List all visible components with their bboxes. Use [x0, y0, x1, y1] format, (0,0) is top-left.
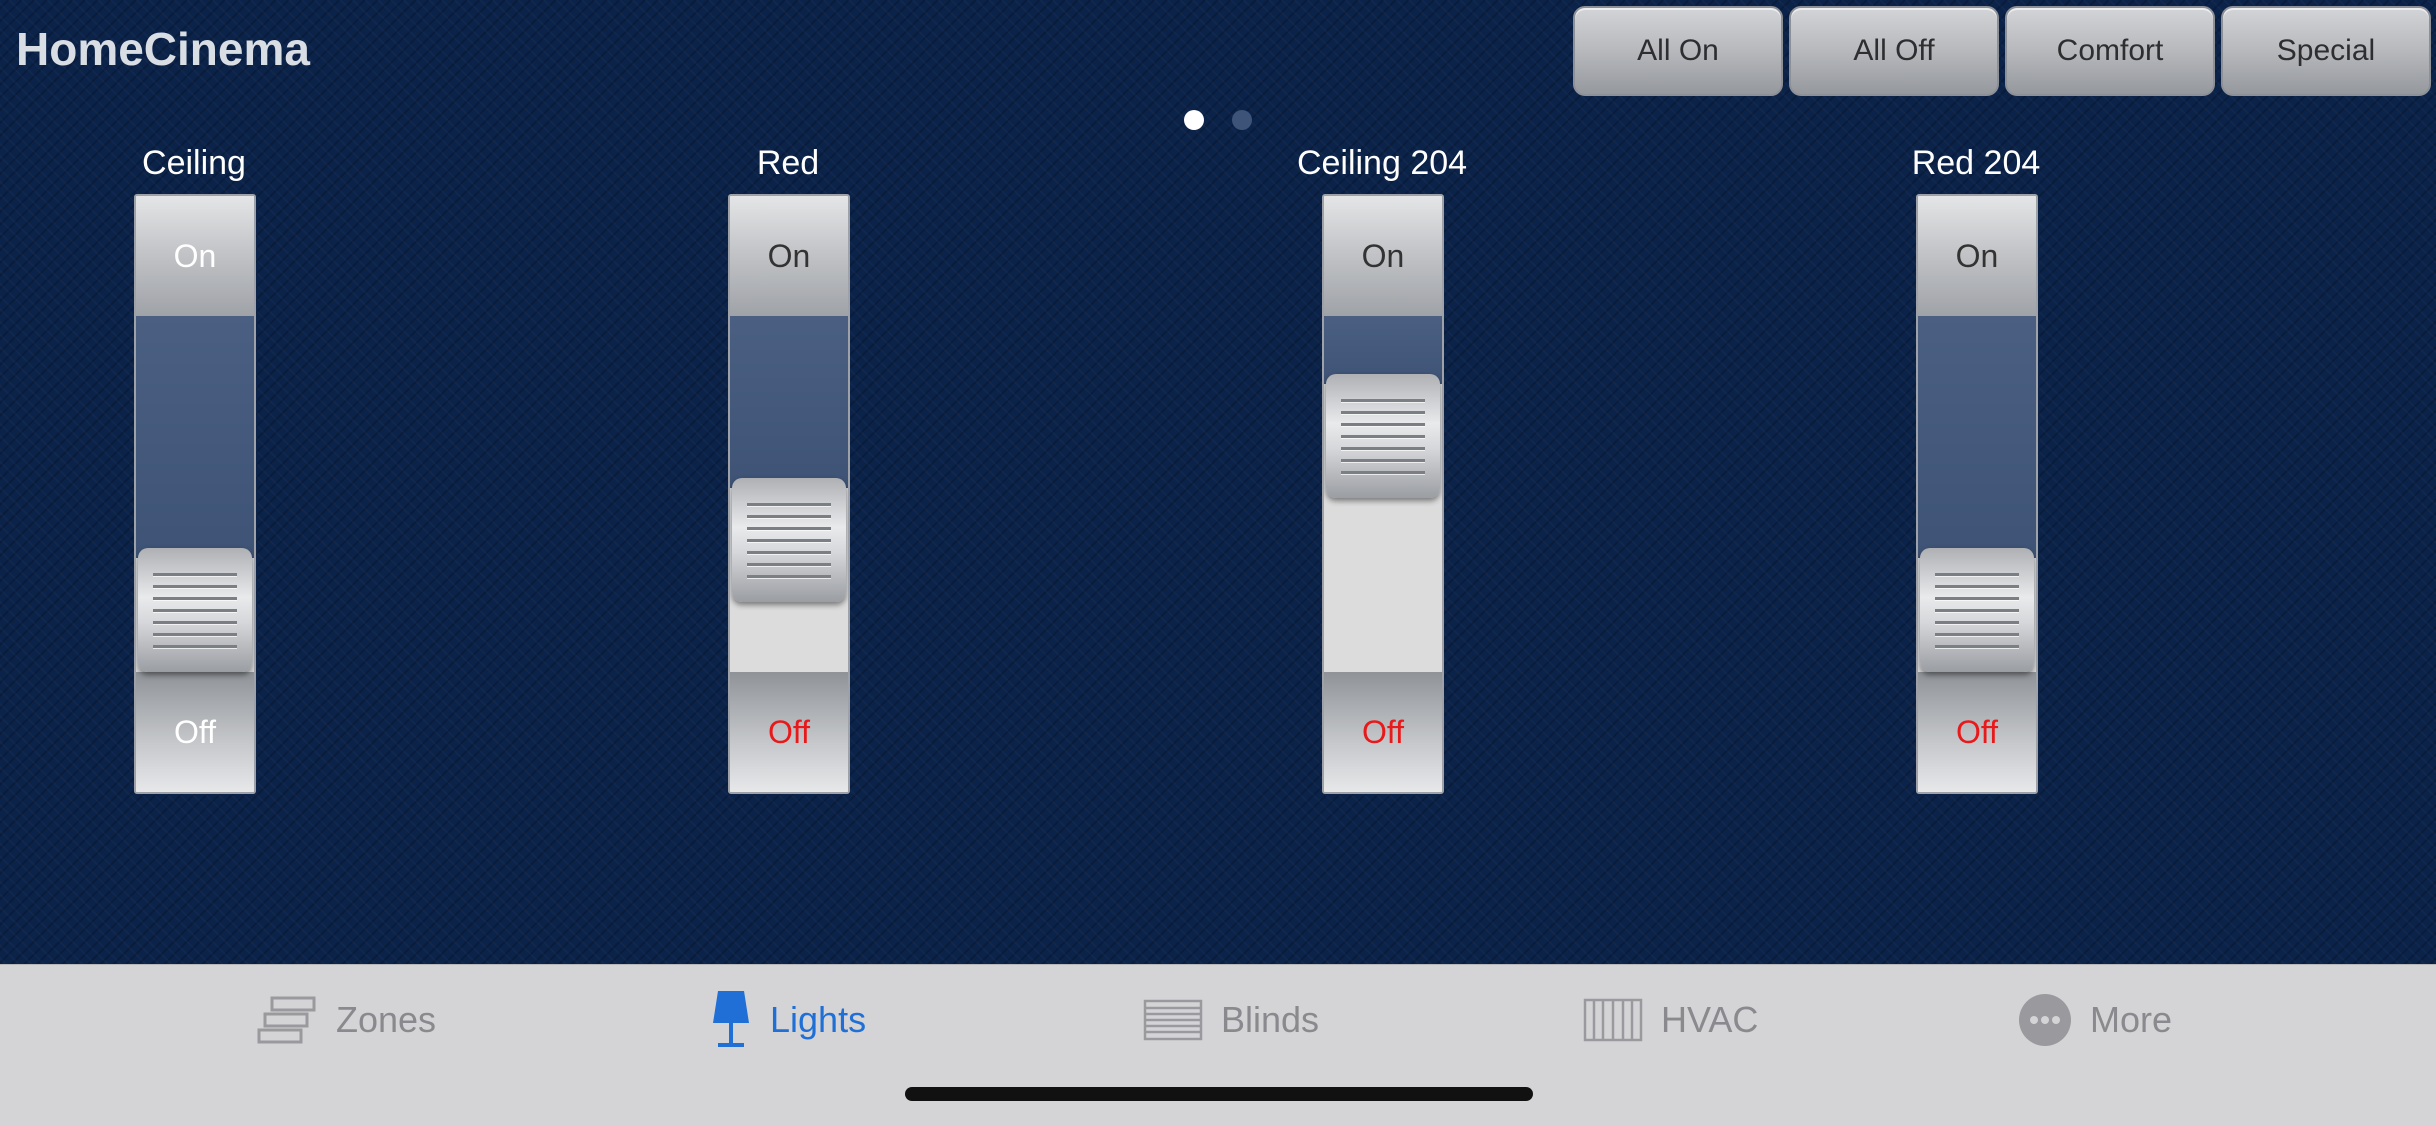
thumb-grip-line	[153, 620, 237, 624]
thumb-grip-line	[1341, 422, 1425, 426]
tab-label: Lights	[770, 999, 867, 1040]
on-end-cap[interactable]: On	[1324, 196, 1442, 316]
thumb-grip-line	[1341, 410, 1425, 414]
all-off-button[interactable]: All Off	[1789, 6, 1999, 96]
off-end-cap[interactable]: Off	[730, 672, 848, 792]
off-label: Off	[173, 713, 217, 750]
slider-track-level	[730, 592, 848, 672]
thumb-grip-line	[153, 572, 237, 576]
slider-thumb[interactable]	[732, 478, 846, 602]
tab-hvac[interactable]: HVAC	[1583, 985, 1758, 1055]
slider-label-ceiling: Ceiling	[142, 144, 246, 182]
slider-label-red-204: Red 204	[1911, 144, 2041, 182]
thumb-grip-line	[1935, 620, 2019, 624]
off-end-cap[interactable]: Off	[1918, 672, 2036, 792]
page-dot-2[interactable]	[1232, 110, 1252, 130]
lamp-icon	[713, 991, 749, 1047]
on-label: On	[1955, 237, 1999, 274]
home-indicator[interactable]	[905, 1087, 1533, 1101]
off-label: Off	[1955, 713, 1999, 750]
thumb-grip-line	[747, 574, 831, 578]
tab-lights[interactable]: Lights	[710, 985, 866, 1055]
on-label: On	[173, 237, 217, 274]
radiator-icon	[1583, 998, 1643, 1042]
slider-thumb[interactable]	[1920, 548, 2034, 672]
thumb-grip-line	[1935, 572, 2019, 576]
off-label: Off	[1361, 713, 1405, 750]
thumb-grip-line	[747, 502, 831, 506]
on-end-cap[interactable]: On	[1918, 196, 2036, 316]
thumb-grip-line	[1341, 434, 1425, 438]
on-end-cap[interactable]: On	[136, 196, 254, 316]
off-end-cap[interactable]: Off	[1324, 672, 1442, 792]
slider-thumb[interactable]	[1326, 374, 1440, 498]
tab-more[interactable]: More	[2018, 985, 2172, 1055]
slider-track	[136, 316, 254, 558]
tab-blinds[interactable]: Blinds	[1143, 985, 1319, 1055]
thumb-grip-line	[153, 632, 237, 636]
on-label: On	[1361, 237, 1405, 274]
thumb-grip-line	[1341, 458, 1425, 462]
tab-zones[interactable]: Zones	[256, 985, 436, 1055]
tab-label: HVAC	[1661, 999, 1759, 1040]
off-label: Off	[767, 713, 811, 750]
slider-label-ceiling-204: Ceiling 204	[1296, 144, 1468, 182]
thumb-grip-line	[1341, 470, 1425, 474]
thumb-grip-line	[747, 514, 831, 518]
thumb-grip-line	[153, 584, 237, 588]
off-end-cap[interactable]: Off	[136, 672, 254, 792]
thumb-grip-line	[1341, 446, 1425, 450]
thumb-grip-line	[1935, 596, 2019, 600]
zones-icon	[257, 996, 316, 1044]
thumb-grip-line	[747, 538, 831, 542]
thumb-grip-line	[1935, 632, 2019, 636]
on-label: On	[767, 237, 811, 274]
more-icon	[2019, 994, 2071, 1046]
thumb-grip-line	[1341, 398, 1425, 402]
page-dot-1[interactable]	[1184, 110, 1204, 130]
dimmer-slider-ceiling-204[interactable]: On Off	[1322, 194, 1444, 794]
thumb-grip-line	[1935, 584, 2019, 588]
slider-thumb[interactable]	[138, 548, 252, 672]
slider-track	[730, 316, 848, 488]
dimmer-slider-red-204[interactable]: On Off	[1916, 194, 2038, 794]
thumb-grip-line	[1935, 608, 2019, 612]
dimmer-slider-ceiling[interactable]: On Off	[134, 194, 256, 794]
thumb-grip-line	[153, 596, 237, 600]
thumb-grip-line	[1935, 644, 2019, 648]
all-on-button[interactable]: All On	[1573, 6, 1783, 96]
thumb-grip-line	[153, 644, 237, 648]
thumb-grip-line	[747, 562, 831, 566]
thumb-grip-line	[747, 526, 831, 530]
app-title: HomeCinema	[16, 23, 310, 75]
thumb-grip-line	[747, 550, 831, 554]
tab-label: Zones	[336, 999, 437, 1040]
thumb-grip-line	[153, 608, 237, 612]
slider-track-level	[1324, 488, 1442, 672]
slider-label-red: Red	[756, 144, 820, 182]
slider-track	[1918, 316, 2036, 558]
tab-label: Blinds	[1221, 999, 1320, 1040]
comfort-button[interactable]: Comfort	[2005, 6, 2215, 96]
dimmer-slider-red[interactable]: On Off	[728, 194, 850, 794]
tab-label: More	[2090, 999, 2173, 1040]
main-area: HomeCinema All On All Off Comfort Specia…	[0, 0, 2436, 964]
blinds-icon	[1143, 999, 1203, 1041]
special-button[interactable]: Special	[2221, 6, 2431, 96]
on-end-cap[interactable]: On	[730, 196, 848, 316]
